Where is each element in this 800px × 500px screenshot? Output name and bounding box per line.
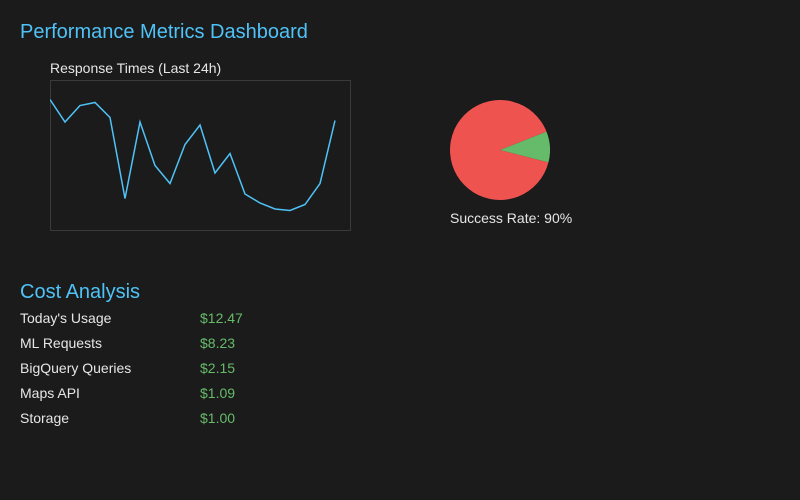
cost-row: ML Requests $8.23 bbox=[20, 334, 320, 359]
response-chart-label: Response Times (Last 24h) bbox=[50, 60, 222, 76]
cost-label: Storage bbox=[20, 410, 70, 426]
cost-row: Storage $1.00 bbox=[20, 409, 320, 434]
success-rate-pie bbox=[450, 100, 550, 200]
response-times-chart bbox=[50, 80, 351, 231]
cost-label: BigQuery Queries bbox=[20, 360, 132, 376]
cost-row: Maps API $1.09 bbox=[20, 384, 320, 409]
cost-value: $12.47 bbox=[200, 310, 243, 326]
cost-table: Today's Usage $12.47 ML Requests $8.23 B… bbox=[20, 309, 320, 434]
cost-row: Today's Usage $12.47 bbox=[20, 309, 320, 334]
cost-value: $8.23 bbox=[200, 335, 236, 351]
page-title: Performance Metrics Dashboard bbox=[20, 21, 308, 43]
cost-label: Maps API bbox=[20, 385, 80, 401]
response-times-line bbox=[50, 99, 336, 212]
cost-label: Today's Usage bbox=[20, 310, 112, 326]
cost-value: $1.00 bbox=[200, 410, 236, 426]
success-rate-caption: Success Rate: 90% bbox=[450, 210, 573, 226]
cost-row: BigQuery Queries $2.15 bbox=[20, 359, 320, 384]
cost-label: ML Requests bbox=[20, 335, 102, 351]
cost-value: $1.09 bbox=[200, 385, 236, 401]
cost-value: $2.15 bbox=[200, 360, 236, 376]
cost-analysis-title: Cost Analysis bbox=[20, 281, 141, 303]
